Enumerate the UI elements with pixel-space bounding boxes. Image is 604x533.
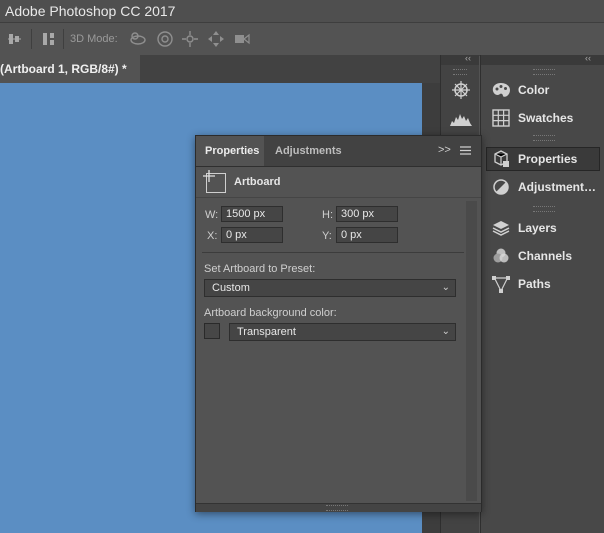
divider — [202, 252, 464, 253]
background-color-label: Artboard background color: — [204, 307, 337, 319]
3d-slide-icon[interactable] — [206, 29, 226, 49]
navigator-icon[interactable] — [451, 80, 471, 100]
dock-item-label: Paths — [518, 277, 551, 291]
dock-item-label: Swatches — [518, 111, 574, 125]
panel-dock: ‹‹ Color Swatches Properties Adjustment… — [480, 53, 604, 533]
dock-item-label: Adjustment… — [518, 180, 596, 194]
background-color-select[interactable]: Transparent ⌄ — [229, 323, 456, 341]
chevron-down-icon: ⌄ — [441, 326, 450, 337]
dock-item-label: Layers — [518, 221, 557, 235]
panel-menu-icon[interactable] — [460, 146, 471, 155]
x-field[interactable]: 0 px — [221, 227, 283, 243]
background-color-value: Transparent — [237, 326, 296, 338]
y-label: Y: — [322, 230, 332, 242]
3d-orbit-icon[interactable] — [128, 29, 148, 49]
tab-label: Adjustments — [275, 145, 342, 157]
adjustment-half-circle-icon — [493, 179, 509, 195]
preset-select[interactable]: Custom ⌄ — [204, 279, 456, 297]
chevron-down-icon: ⌄ — [441, 282, 450, 293]
dock-item-properties[interactable]: Properties — [486, 147, 600, 171]
width-label: W: — [205, 209, 219, 221]
channels-circles-icon — [493, 248, 509, 263]
preset-label: Set Artboard to Preset: — [204, 263, 316, 275]
collapse-arrows-icon[interactable]: ‹‹ — [465, 53, 471, 63]
dock-header[interactable]: ‹‹ — [441, 53, 479, 65]
layers-stack-icon — [492, 221, 510, 236]
properties-panel: Properties Adjustments >> Artboard W: 15… — [195, 135, 482, 512]
height-field[interactable]: 300 px — [336, 206, 398, 222]
palette-icon — [492, 83, 510, 97]
3d-mode-label: 3D Mode: — [70, 33, 118, 45]
collapse-arrows-icon[interactable]: ‹‹ — [585, 53, 591, 63]
dock-item-color[interactable]: Color — [487, 79, 599, 101]
dock-header[interactable]: ‹‹ — [481, 53, 604, 65]
y-field[interactable]: 0 px — [336, 227, 398, 243]
expand-arrows-icon[interactable]: >> — [438, 144, 451, 156]
dock-item-adjustments[interactable]: Adjustment… — [487, 176, 599, 198]
background-color-swatch[interactable] — [204, 323, 220, 339]
tab-adjustments[interactable]: Adjustments — [266, 136, 346, 166]
dock-item-label: Color — [518, 83, 550, 97]
properties-cube-icon — [494, 150, 509, 167]
dock-item-swatches[interactable]: Swatches — [487, 107, 599, 129]
dock-grip[interactable] — [533, 206, 555, 212]
title-bar: Adobe Photoshop CC 2017 — [0, 0, 604, 22]
3d-roll-icon[interactable] — [155, 29, 175, 49]
document-tab-bar: (Artboard 1, RGB/8#) * — [0, 55, 440, 83]
options-bar: 3D Mode: — [0, 22, 604, 56]
height-label: H: — [322, 209, 333, 221]
dock-item-layers[interactable]: Layers — [487, 217, 599, 239]
document-tab[interactable]: (Artboard 1, RGB/8#) * — [0, 55, 140, 83]
histogram-icon[interactable] — [449, 111, 473, 127]
artboard-title: Artboard — [234, 176, 281, 188]
artboard-section-header: Artboard — [196, 167, 481, 198]
distribute-icon[interactable] — [39, 29, 59, 49]
dock-item-label: Channels — [518, 249, 573, 263]
preset-value: Custom — [212, 282, 250, 294]
3d-pan-icon[interactable] — [180, 29, 200, 49]
document-tab-label: (Artboard 1, RGB/8#) * — [0, 62, 127, 76]
align-icon[interactable] — [5, 29, 25, 49]
3d-scale-camera-icon[interactable] — [232, 29, 252, 49]
panel-scrollbar[interactable] — [466, 201, 477, 501]
panel-tab-bar: Properties Adjustments >> — [196, 136, 481, 167]
x-label: X: — [207, 230, 218, 242]
dock-grip[interactable] — [453, 69, 467, 75]
dock-grip[interactable] — [533, 135, 555, 141]
dock-grip[interactable] — [533, 69, 555, 75]
app-title: Adobe Photoshop CC 2017 — [5, 3, 176, 19]
tab-properties[interactable]: Properties — [196, 136, 264, 166]
swatches-grid-icon — [492, 109, 510, 127]
resize-grip[interactable] — [326, 505, 348, 511]
artboard-icon — [203, 170, 226, 193]
dock-item-label: Properties — [518, 152, 578, 166]
panel-resize-handle[interactable] — [196, 503, 481, 512]
dock-item-paths[interactable]: Paths — [487, 273, 599, 295]
width-field[interactable]: 1500 px — [221, 206, 283, 222]
dock-item-channels[interactable]: Channels — [487, 245, 599, 267]
paths-pen-icon — [492, 276, 510, 293]
tab-label: Properties — [205, 145, 260, 157]
